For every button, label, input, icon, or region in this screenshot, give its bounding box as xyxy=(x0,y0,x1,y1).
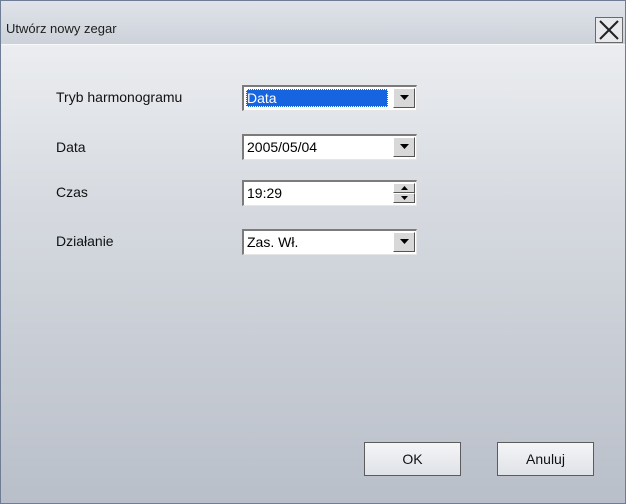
chevron-down-icon xyxy=(400,95,409,100)
schedule-mode-select[interactable]: Data xyxy=(242,85,417,111)
schedule-mode-dropdown-button[interactable] xyxy=(393,88,415,108)
action-select[interactable]: Zas. Wł. xyxy=(242,229,417,255)
dialog-title: Utwórz nowy zegar xyxy=(6,21,117,36)
time-decrement-button[interactable] xyxy=(393,193,415,203)
title-bar: Utwórz nowy zegar xyxy=(1,1,625,44)
time-spinner[interactable]: 19:29 xyxy=(242,180,417,206)
spin-up-icon xyxy=(401,186,408,190)
action-value: Zas. Wł. xyxy=(247,234,299,250)
date-label: Data xyxy=(56,139,86,155)
action-label: Działanie xyxy=(56,233,114,249)
close-button[interactable] xyxy=(595,17,623,43)
time-spin-buttons xyxy=(393,183,415,204)
dialog-body xyxy=(1,45,625,503)
date-picker[interactable]: 2005/05/04 xyxy=(242,134,417,160)
chevron-down-icon xyxy=(400,239,409,244)
cancel-button[interactable]: Anuluj xyxy=(497,442,594,476)
time-increment-button[interactable] xyxy=(393,183,415,193)
date-value: 2005/05/04 xyxy=(247,139,318,155)
spin-down-icon xyxy=(401,196,408,200)
schedule-mode-value: Data xyxy=(246,89,388,107)
time-value: 19:29 xyxy=(247,185,283,201)
close-icon xyxy=(599,20,619,40)
create-timer-dialog: Utwórz nowy zegar Tryb harmonogramu Data… xyxy=(0,0,626,504)
action-dropdown-button[interactable] xyxy=(393,232,415,252)
schedule-mode-label: Tryb harmonogramu xyxy=(56,89,183,105)
chevron-down-icon xyxy=(400,144,409,149)
date-dropdown-button[interactable] xyxy=(393,137,415,157)
time-label: Czas xyxy=(56,184,88,200)
ok-button[interactable]: OK xyxy=(364,442,461,476)
